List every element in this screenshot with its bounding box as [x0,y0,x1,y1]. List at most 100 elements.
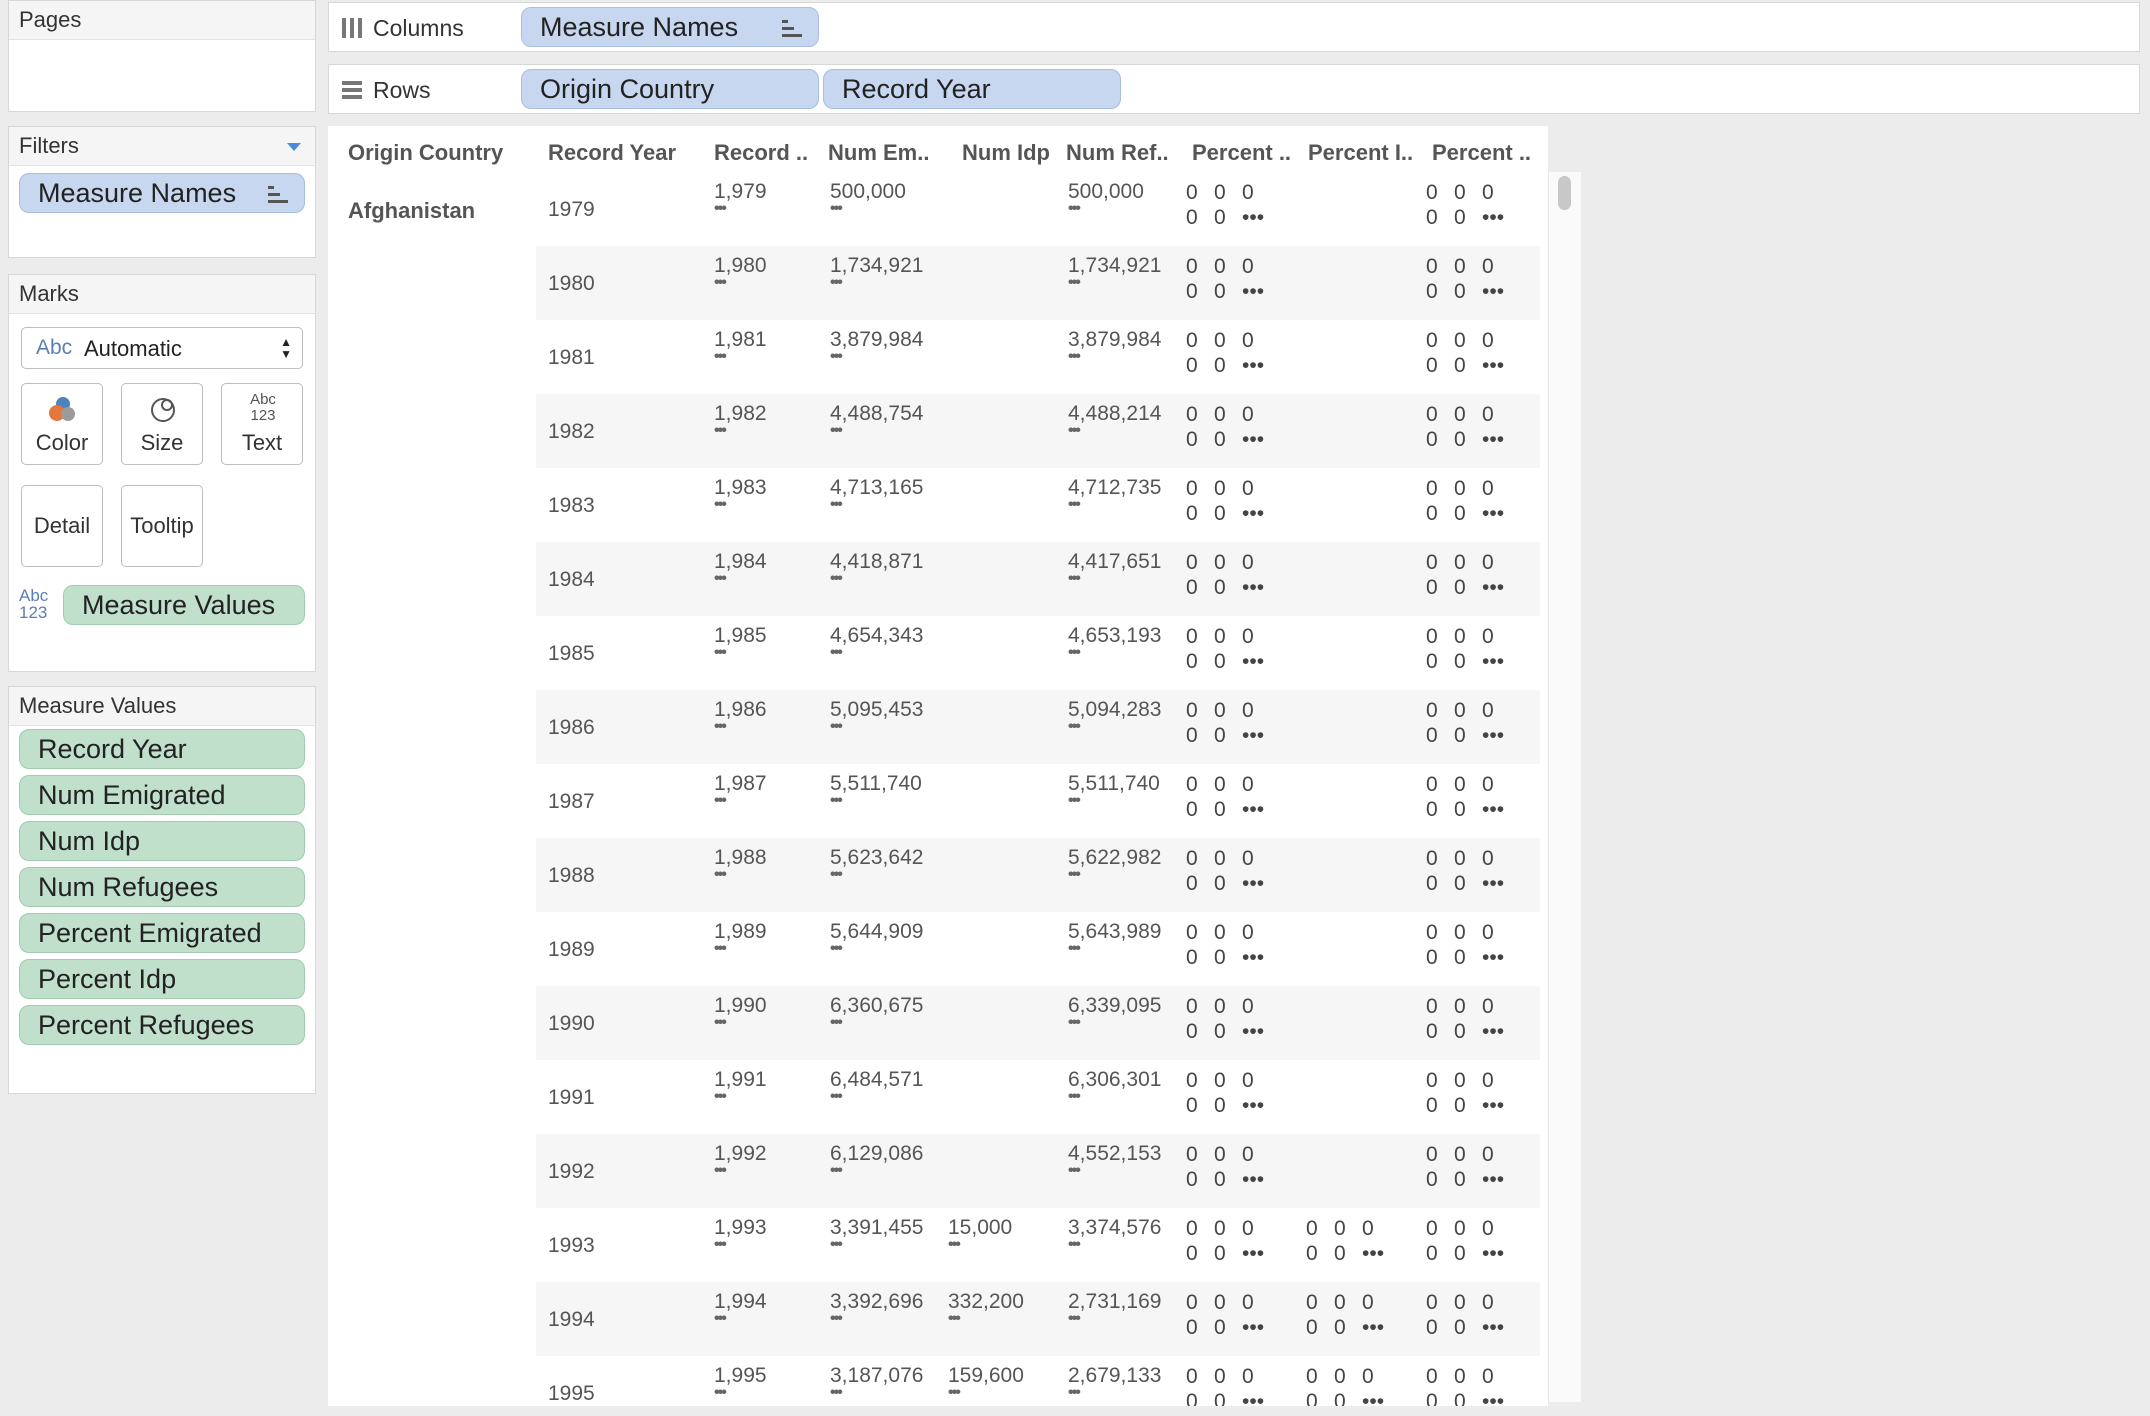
table-row[interactable]: 1985 1,985 ••• 4,654,343 ••• 4,653,193 ••• 0 0 0 0… [536,616,1540,690]
table-row[interactable]: 1984 1,984 ••• 4,418,871 ••• 4,417,651 ••• 0 0 0 0… [536,542,1540,616]
mark-type-dropdown[interactable]: Abc Automatic ▲ ▼ [21,327,303,369]
pct-value: ••• [1242,1242,1265,1265]
detail-button[interactable]: Detail [21,485,103,567]
measure-pill-percent-emigrated[interactable]: Percent Emigrated [19,913,305,953]
table-row[interactable]: 1995 1,995 ••• 3,187,076 ••• 159,600 ••• 2,679,… [536,1356,1540,1406]
cell-percent-emigrated: 0 0 0 0 0 ••• [1186,920,1270,970]
size-icon [151,398,175,422]
truncation-dots-icon: ••• [714,200,727,217]
header-num-idp[interactable]: Num Idp [962,140,1050,166]
pct-value: 0 [1454,921,1466,944]
cell-percent-refugees: 0 0 0 0 0 ••• [1426,550,1510,600]
tooltip-button[interactable]: Tooltip [121,485,203,567]
measure-pill-num-idp[interactable]: Num Idp [19,821,305,861]
cell-percent-refugees: 0 0 0 0 0 ••• [1426,1142,1510,1192]
header-percent-idp[interactable]: Percent I.. [1308,140,1413,166]
size-button[interactable]: Size [121,383,203,465]
filter-pill-measure-names[interactable]: Measure Names [19,173,305,213]
header-num-refugees[interactable]: Num Ref.. [1066,140,1169,166]
columns-shelf[interactable]: Columns Measure Names [328,2,2140,52]
table-row[interactable]: 1990 1,990 ••• 6,360,675 ••• 6,339,095 ••• 0 0 0 0… [536,986,1540,1060]
cell-num-refugees: 3,879,984 [1068,328,1162,351]
pct-value: 0 [1334,1217,1346,1240]
rows-pill-record-year[interactable]: Record Year [823,69,1121,109]
filters-menu-icon[interactable] [287,143,301,151]
pct-value: 0 [1214,428,1226,451]
measure-values-card[interactable]: Measure Values Record Year Num Emigrated… [8,686,316,1094]
cell-num-emigrated: 1,734,921 [830,254,924,277]
table-row[interactable]: 1993 1,993 ••• 3,391,455 ••• 15,000 ••• 3,374,5… [536,1208,1540,1282]
cell-num-emigrated: 4,654,343 [830,624,924,647]
table-row[interactable]: 1982 1,982 ••• 4,488,754 ••• 4,488,214 ••• 0 0 0 0… [536,394,1540,468]
vertical-scrollbar[interactable] [1548,172,1581,1402]
cell-num-emigrated: 4,418,871 [830,550,924,573]
marks-card[interactable]: Marks Abc Automatic ▲ ▼ Color Size Abc 12… [8,274,316,672]
truncation-dots-icon: ••• [830,1236,843,1253]
pct-value: 0 [1454,181,1466,204]
table-row[interactable]: 1979 1,979 ••• 500,000 ••• 500,000 ••• 0 0 0 0 0 •••… [536,172,1540,246]
pct-value: ••• [1482,1390,1505,1406]
pct-value: 0 [1454,1094,1466,1117]
pct-value: 0 [1214,1390,1226,1406]
text-button[interactable]: Abc 123 Text [221,383,303,465]
measure-pill-percent-idp[interactable]: Percent Idp [19,959,305,999]
cell-record-year: 1983 [548,494,595,517]
header-record-year[interactable]: Record Year [548,140,676,166]
table-row[interactable]: 1992 1,992 ••• 6,129,086 ••• 4,552,153 ••• 0 0 0 0… [536,1134,1540,1208]
cell-num-refugees: 5,094,283 [1068,698,1162,721]
table-row[interactable]: 1986 1,986 ••• 5,095,453 ••• 5,094,283 ••• 0 0 0 0… [536,690,1540,764]
pct-value: 0 [1454,551,1466,574]
pages-card[interactable]: Pages [8,0,316,112]
pct-value: ••• [1242,872,1265,895]
table-row[interactable]: 1981 1,981 ••• 3,879,984 ••• 3,879,984 ••• 0 0 0 0… [536,320,1540,394]
table-row[interactable]: 1991 1,991 ••• 6,484,571 ••• 6,306,301 ••• 0 0 0 0… [536,1060,1540,1134]
table-row[interactable]: 1980 1,980 ••• 1,734,921 ••• 1,734,921 ••• 0 0 0 0… [536,246,1540,320]
row-header-country[interactable]: Afghanistan [348,198,475,224]
table-row[interactable]: 1987 1,987 ••• 5,511,740 ••• 5,511,740 ••• 0 0 0 0… [536,764,1540,838]
table-row[interactable]: 1988 1,988 ••• 5,623,642 ••• 5,622,982 ••• 0 0 0 0… [536,838,1540,912]
measure-pill-num-emigrated[interactable]: Num Emigrated [19,775,305,815]
measure-pill-percent-refugees[interactable]: Percent Refugees [19,1005,305,1045]
filters-label: Filters [19,133,79,158]
table-row[interactable]: 1989 1,989 ••• 5,644,909 ••• 5,643,989 ••• 0 0 0 0… [536,912,1540,986]
measure-pill-num-refugees[interactable]: Num Refugees [19,867,305,907]
pct-value: 0 [1426,847,1438,870]
header-percent-refugees[interactable]: Percent .. [1432,140,1531,166]
measure-pill-label: Percent Refugees [38,1010,255,1040]
pct-value: ••• [1482,1242,1505,1265]
marks-pill-measure-values[interactable]: Measure Values [63,585,305,625]
pct-value: 0 [1426,206,1438,229]
pct-value: ••• [1482,1094,1505,1117]
header-num-emigrated[interactable]: Num Em.. [828,140,929,166]
truncation-dots-icon: ••• [830,1384,843,1401]
pct-value: 0 [1482,1365,1494,1388]
cell-num-refugees: 4,417,651 [1068,550,1162,573]
pct-value: 0 [1306,1316,1318,1339]
pct-value: ••• [1482,650,1505,673]
truncation-dots-icon: ••• [830,200,843,217]
pct-value: 0 [1482,1217,1494,1240]
pct-value: 0 [1454,1168,1466,1191]
pct-value: 0 [1186,576,1198,599]
truncation-dots-icon: ••• [714,1014,727,1031]
pct-value: 0 [1306,1217,1318,1240]
header-origin-country[interactable]: Origin Country [348,140,503,166]
measure-pill-record-year[interactable]: Record Year [19,729,305,769]
columns-pill-measure-names[interactable]: Measure Names [521,7,819,47]
color-button[interactable]: Color [21,383,103,465]
detail-label: Detail [33,513,91,538]
header-percent-emigrated[interactable]: Percent .. [1192,140,1291,166]
table-row[interactable]: 1983 1,983 ••• 4,713,165 ••• 4,712,735 ••• 0 0 0 0… [536,468,1540,542]
rows-shelf[interactable]: Rows Origin Country Record Year [328,64,2140,114]
cell-percent-refugees: 0 0 0 0 0 ••• [1426,254,1510,304]
table-row[interactable]: 1994 1,994 ••• 3,392,696 ••• 332,200 ••• 2,731,… [536,1282,1540,1356]
pct-value: 0 [1306,1365,1318,1388]
rows-pill-origin-country[interactable]: Origin Country [521,69,819,109]
viz-table[interactable]: Origin Country Record Year Record .. Num… [328,126,1548,1406]
filters-card[interactable]: Filters Measure Names [8,126,316,258]
pct-value: 0 [1454,502,1466,525]
header-record[interactable]: Record .. [714,140,808,166]
pct-value: 0 [1242,551,1254,574]
cell-num-emigrated: 5,095,453 [830,698,924,721]
scrollbar-thumb[interactable] [1558,176,1571,210]
